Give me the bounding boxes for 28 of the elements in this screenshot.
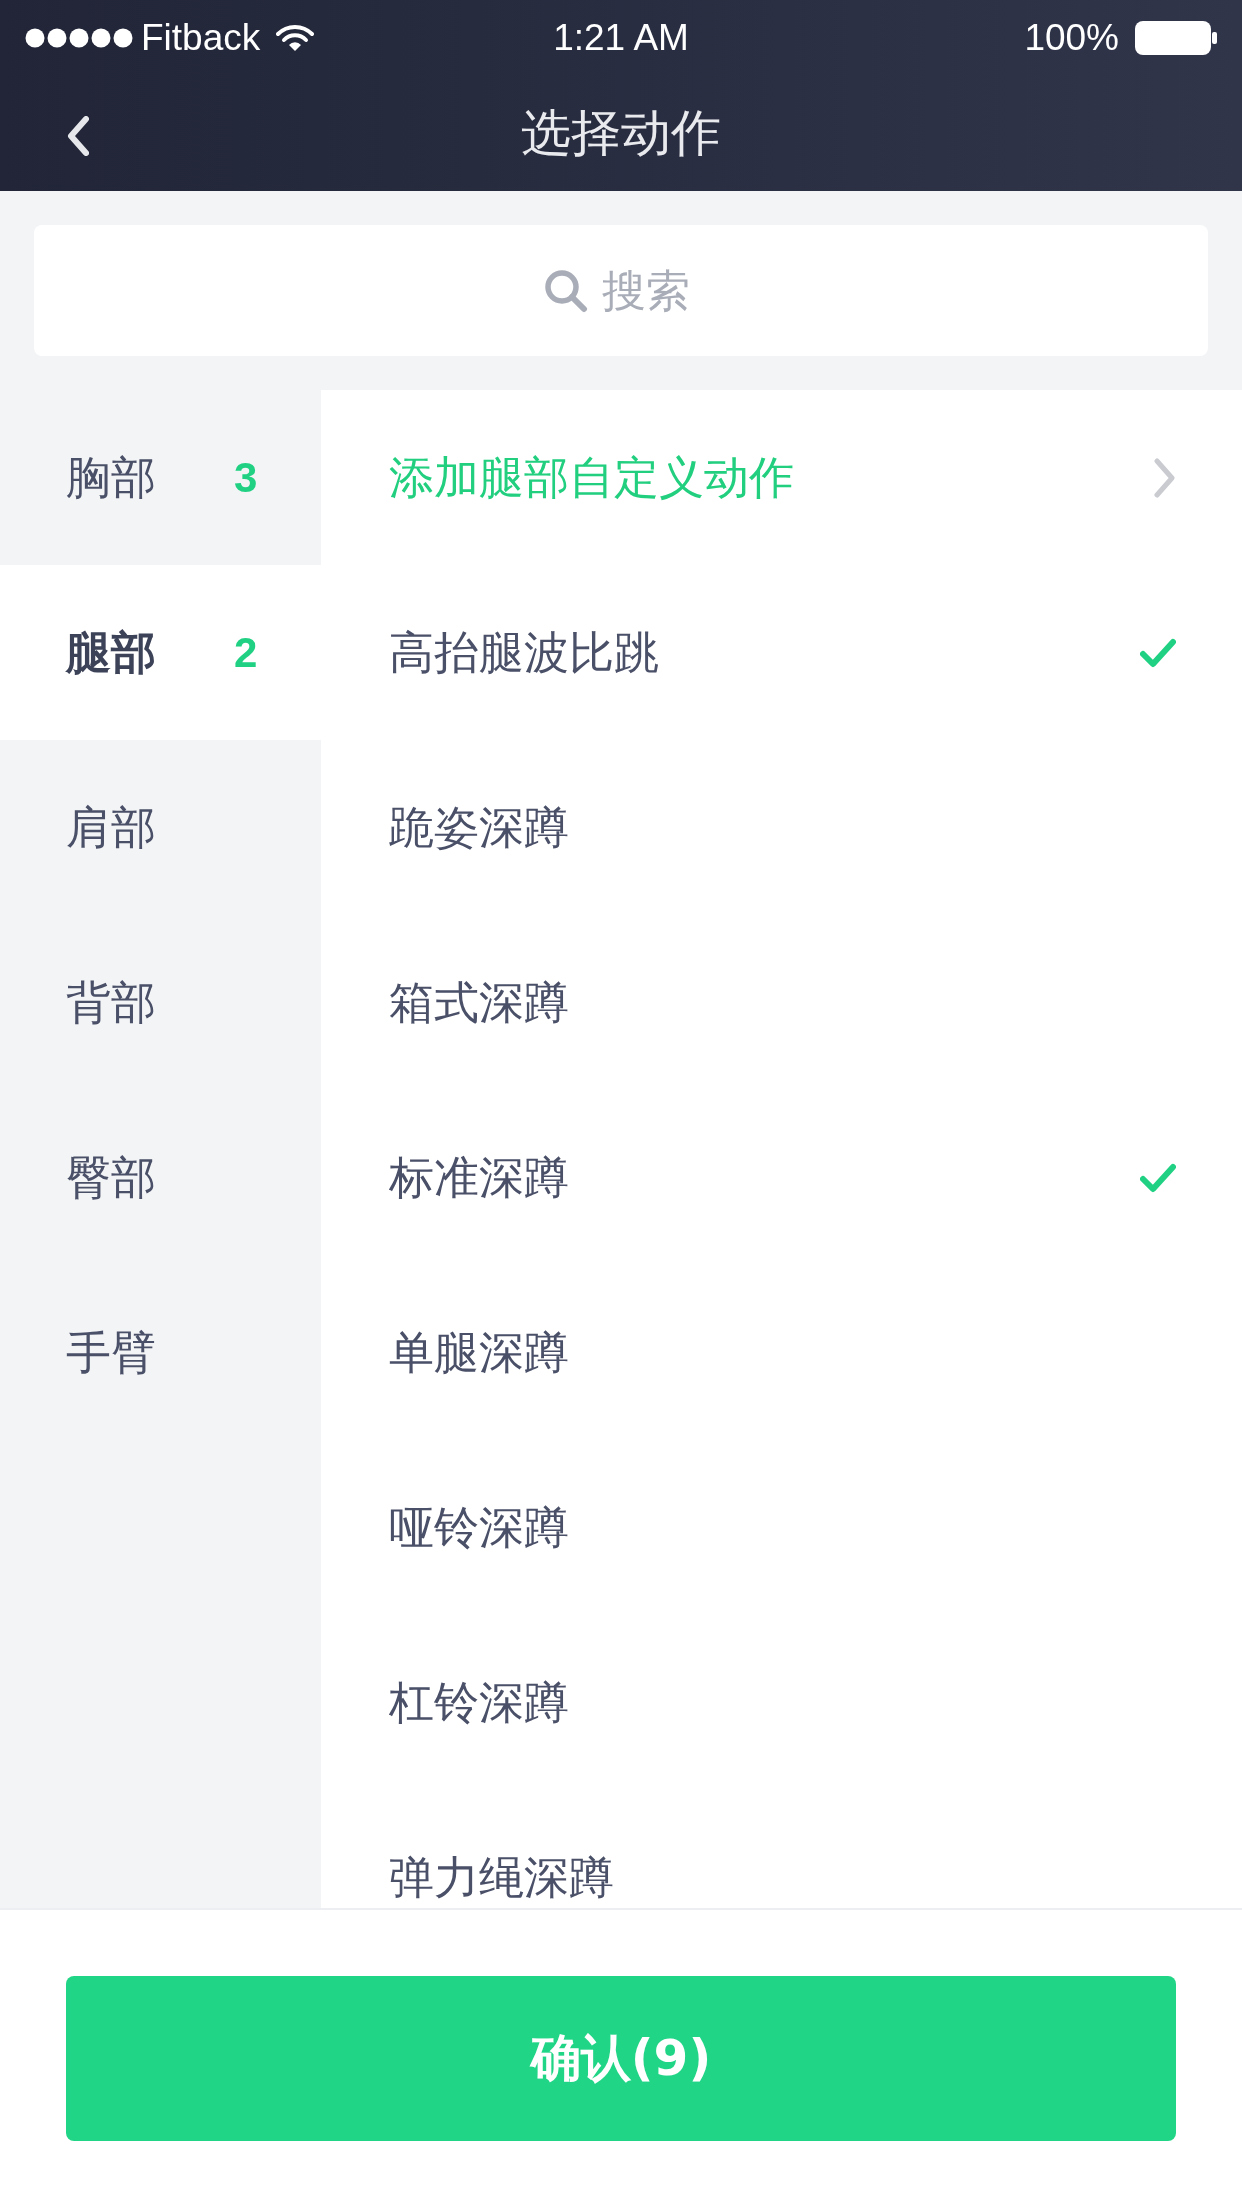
battery-icon [1135, 21, 1217, 55]
category-count: 3 [234, 453, 258, 503]
battery-percent: 100% [1024, 16, 1119, 61]
exercise-row[interactable]: 跪姿深蹲 [321, 740, 1242, 915]
category-item[interactable]: 臀部 [0, 1090, 321, 1265]
exercise-row[interactable]: 哑铃深蹲 [321, 1440, 1242, 1615]
exercise-row[interactable]: 高抬腿波比跳 [321, 565, 1242, 740]
category-item[interactable]: 背部 [0, 915, 321, 1090]
category-count: 2 [234, 628, 258, 678]
exercise-row[interactable]: 杠铃深蹲 [321, 1615, 1242, 1790]
status-time: 1:21 AM [553, 16, 689, 61]
search-bar[interactable]: 搜索 [34, 225, 1208, 356]
category-item[interactable]: 手臂 [0, 1265, 321, 1440]
page-title: 选择动作 [521, 103, 721, 164]
search-input[interactable]: 搜索 [602, 257, 698, 324]
carrier-name: Fitback [141, 16, 261, 61]
exercise-row[interactable]: 标准深蹲 [321, 1090, 1242, 1265]
signal-dots-icon [25, 28, 133, 48]
category-item[interactable]: 胸部 3 [0, 390, 321, 565]
category-item[interactable]: 肩部 [0, 740, 321, 915]
category-item[interactable]: 腿部 2 [0, 565, 321, 740]
exercise-row[interactable]: 单腿深蹲 [321, 1265, 1242, 1440]
search-icon [544, 268, 588, 313]
wifi-icon [276, 24, 315, 52]
exercise-row[interactable]: 弹力绳深蹲 [321, 1790, 1242, 1908]
exercise-row[interactable]: 箱式深蹲 [321, 915, 1242, 1090]
back-chevron-icon [67, 116, 89, 156]
chevron-right-icon [1154, 457, 1176, 498]
